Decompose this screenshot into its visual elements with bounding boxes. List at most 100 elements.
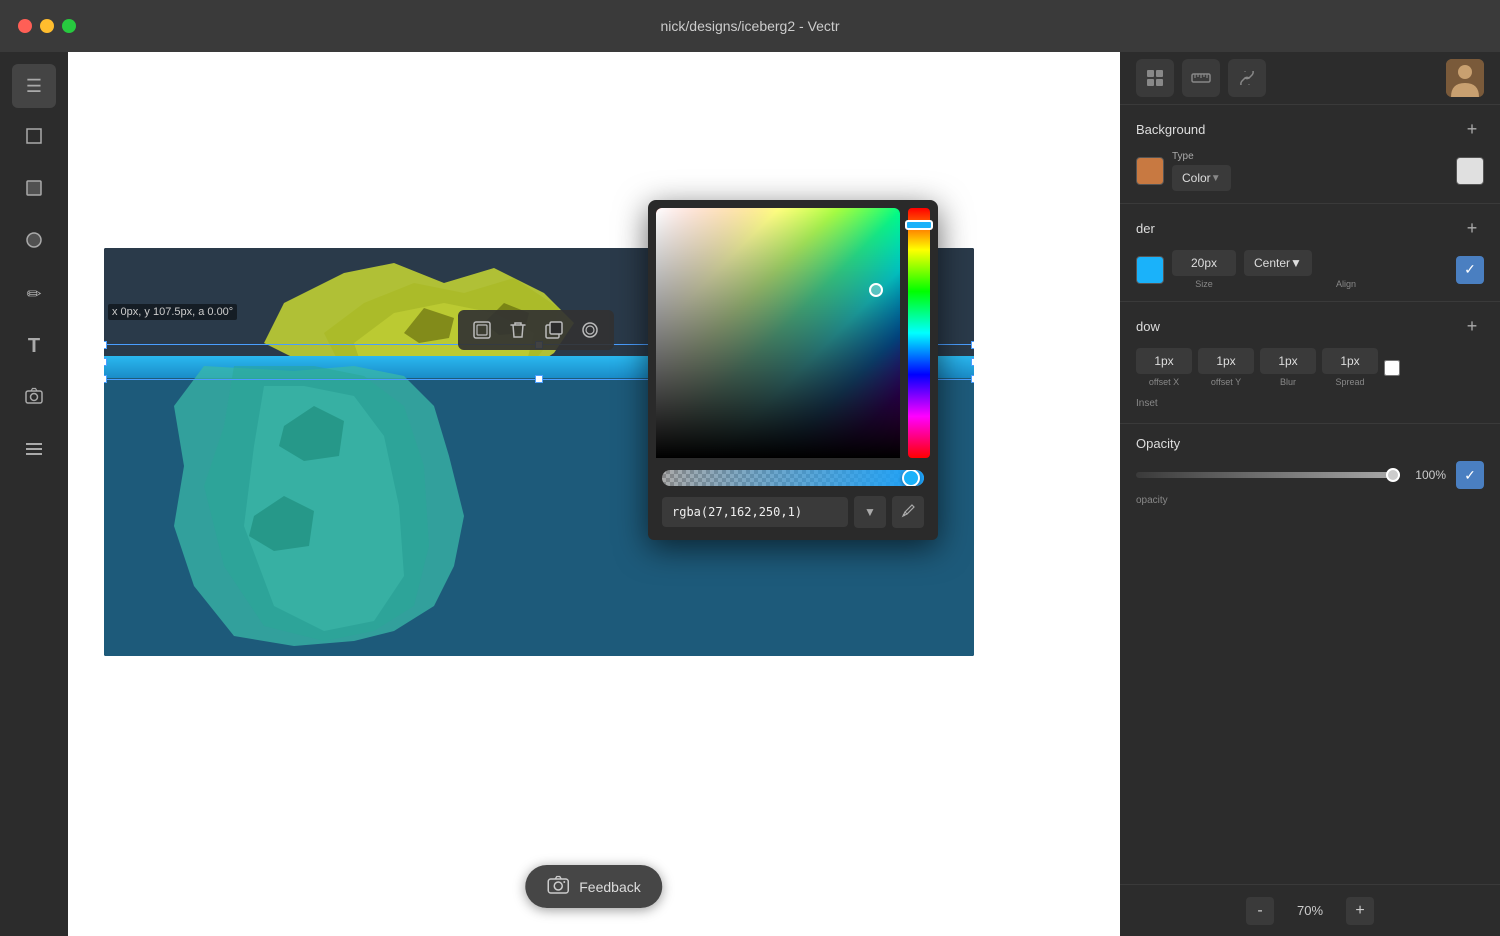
align-dropdown-arrow: ▼ — [1290, 256, 1302, 270]
color-input-row: ▼ — [662, 496, 924, 528]
zoom-out-button[interactable]: - — [1246, 897, 1274, 925]
link-button[interactable] — [1228, 59, 1266, 97]
shadow-checkbox[interactable] — [1384, 360, 1400, 376]
iceberg-below-water — [174, 366, 574, 646]
border-header: der + — [1136, 216, 1484, 240]
eyedropper-icon — [900, 503, 916, 522]
add-shadow-button[interactable]: + — [1460, 314, 1484, 338]
delete-tool[interactable] — [502, 314, 534, 346]
type-dropdown-container: Type Color ▼ — [1172, 151, 1448, 191]
opacity-thumb — [1386, 468, 1400, 482]
camera-feedback-icon — [547, 875, 569, 898]
color-gradient[interactable] — [656, 208, 900, 458]
align-value: Center — [1254, 256, 1290, 270]
offset-x-group: offset X — [1136, 348, 1192, 387]
type-label: Type — [1172, 151, 1448, 162]
spread-input[interactable] — [1322, 348, 1378, 374]
duplicate-tool[interactable] — [538, 314, 570, 346]
canvas-area[interactable]: x 0px, y 107.5px, a 0.00° — [68, 52, 1120, 936]
type-value: Color — [1182, 171, 1211, 185]
opacity-header: Opacity — [1136, 436, 1484, 451]
left-toolbar: ☰ ✏ T — [0, 52, 68, 936]
blur-input[interactable] — [1260, 348, 1316, 374]
coordinates-label: x 0px, y 107.5px, a 0.00° — [108, 304, 237, 320]
shadow-header: dow + — [1136, 314, 1484, 338]
text-icon: T — [28, 335, 40, 358]
border-row: Size Center ▼ Align ✓ — [1136, 250, 1484, 289]
avatar-image — [1446, 59, 1484, 97]
hue-slider[interactable] — [908, 208, 930, 458]
color-value-input[interactable] — [662, 497, 848, 527]
offset-y-input[interactable] — [1198, 348, 1254, 374]
select-tool[interactable] — [12, 116, 56, 160]
inset-label: Inset — [1136, 398, 1158, 409]
zoom-value: 70% — [1286, 903, 1334, 918]
size-label: Size — [1172, 279, 1236, 289]
blur-label: Blur — [1280, 377, 1296, 387]
align-container: Center ▼ Align — [1244, 250, 1448, 289]
shadow-section: dow + offset X offset Y Blur Sp — [1120, 302, 1500, 423]
offset-y-label: offset Y — [1211, 377, 1241, 387]
background-section: Background + Type Color ▼ — [1120, 105, 1500, 203]
spread-group: Spread — [1322, 348, 1378, 387]
alpha-slider-row — [662, 470, 924, 486]
more-tool[interactable] — [574, 314, 606, 346]
menu-tool[interactable]: ☰ — [12, 64, 56, 108]
opacity-value: 100% — [1410, 468, 1446, 482]
add-background-button[interactable]: + — [1460, 117, 1484, 141]
ruler-button[interactable] — [1182, 59, 1220, 97]
pen-icon: ✏ — [26, 284, 41, 305]
offset-x-input[interactable] — [1136, 348, 1192, 374]
align-dropdown[interactable]: Center ▼ — [1244, 250, 1312, 276]
shape-tool[interactable] — [12, 168, 56, 212]
opacity-confirm-button[interactable]: ✓ — [1456, 461, 1484, 489]
opacity-section: Opacity 100% ✓ opacity — [1120, 424, 1500, 518]
close-button[interactable] — [18, 19, 32, 33]
camera-tool[interactable] — [12, 376, 56, 420]
hue-thumb — [905, 220, 933, 230]
select-icon — [24, 126, 44, 151]
float-toolbar — [458, 310, 614, 350]
background-color-right[interactable] — [1456, 157, 1484, 185]
feedback-button[interactable]: Feedback — [525, 865, 662, 908]
background-color-swatch[interactable] — [1136, 157, 1164, 185]
camera-icon — [24, 386, 44, 411]
text-tool[interactable]: T — [12, 324, 56, 368]
shadow-title: dow — [1136, 319, 1160, 334]
opacity-slider[interactable] — [1136, 472, 1400, 478]
group-tool[interactable] — [466, 314, 498, 346]
opacity-check-icon: ✓ — [1464, 467, 1476, 484]
background-row: Type Color ▼ — [1136, 151, 1484, 191]
lines-tool[interactable] — [12, 428, 56, 472]
add-border-button[interactable]: + — [1460, 216, 1484, 240]
alpha-slider[interactable] — [662, 470, 924, 486]
circle-tool[interactable] — [12, 220, 56, 264]
spread-label: Spread — [1335, 377, 1364, 387]
eyedropper-button[interactable] — [892, 496, 924, 528]
zoom-in-button[interactable]: + — [1346, 897, 1374, 925]
plus-icon: + — [1355, 902, 1364, 920]
circle-icon — [24, 230, 44, 255]
main-layout: ☰ ✏ T — [0, 52, 1500, 936]
minimize-button[interactable] — [40, 19, 54, 33]
size-input[interactable] — [1172, 250, 1236, 276]
color-format-dropdown[interactable]: ▼ — [854, 496, 886, 528]
size-input-group: Size — [1172, 250, 1236, 289]
type-dropdown-button[interactable]: Color ▼ — [1172, 165, 1231, 191]
zoom-bar: - 70% + — [1120, 884, 1500, 936]
shape-icon — [24, 178, 44, 203]
align-label: Align — [1244, 279, 1448, 289]
border-color-swatch[interactable] — [1136, 256, 1164, 284]
feedback-label: Feedback — [579, 879, 640, 895]
opacity-title: Opacity — [1136, 436, 1180, 451]
blur-group: Blur — [1260, 348, 1316, 387]
pen-tool[interactable]: ✏ — [12, 272, 56, 316]
border-title: der — [1136, 221, 1155, 236]
grid-view-button[interactable] — [1136, 59, 1174, 97]
window-title: nick/designs/iceberg2 - Vectr — [661, 18, 840, 34]
type-dropdown-arrow: ▼ — [1211, 173, 1221, 184]
border-confirm-button[interactable]: ✓ — [1456, 256, 1484, 284]
background-header: Background + — [1136, 117, 1484, 141]
maximize-button[interactable] — [62, 19, 76, 33]
user-avatar[interactable] — [1446, 59, 1484, 97]
